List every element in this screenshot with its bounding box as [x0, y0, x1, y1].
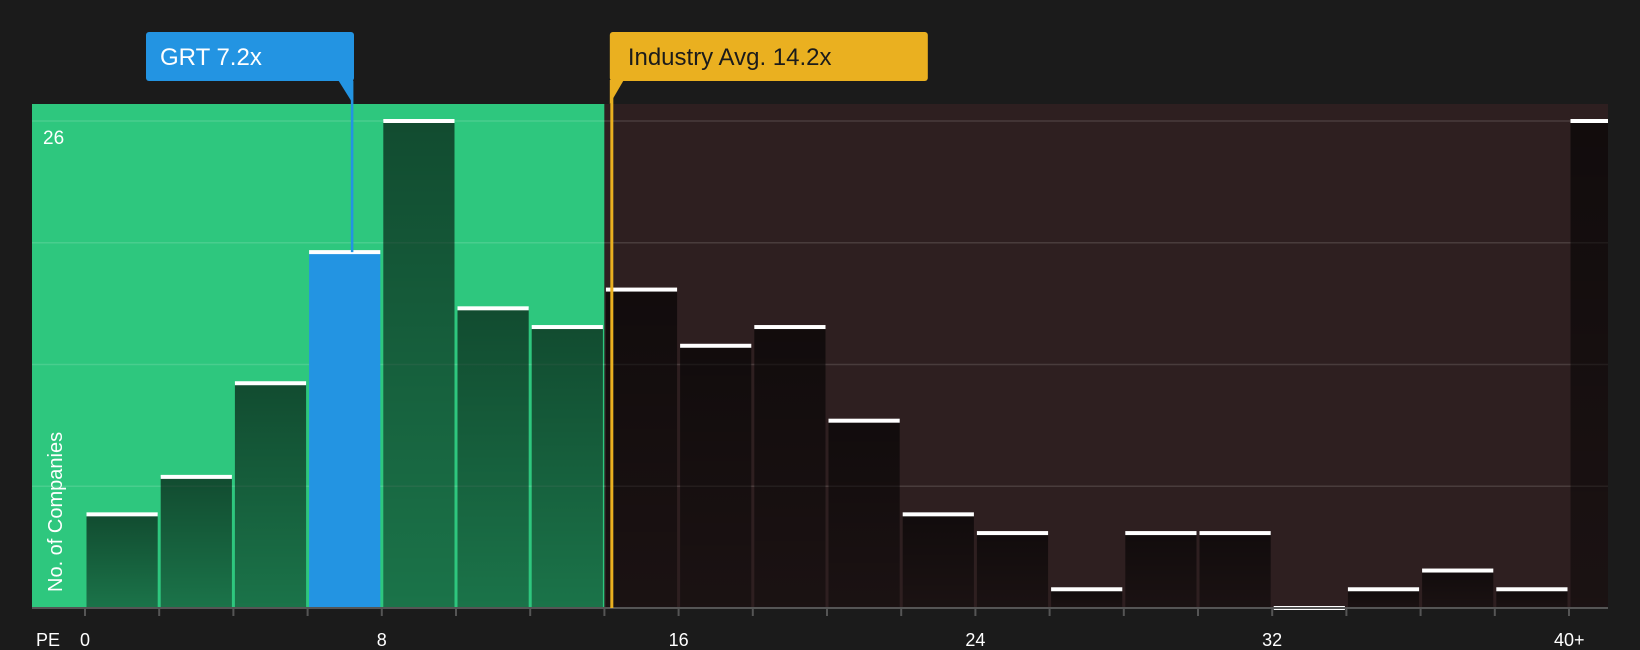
x-tick-label: 16 [669, 630, 689, 650]
x-tick-label: 40+ [1554, 630, 1585, 650]
x-axis-ticks: 0 8 16 24 32 40+ [80, 608, 1585, 650]
pe-histogram-chart: 0 8 16 24 32 40+ No. of Companies 26 PE Indus… [32, 32, 1608, 650]
bar [754, 327, 826, 608]
bar [457, 308, 529, 608]
industry-average-label: Industry Avg. 14.2x [628, 44, 832, 71]
bar [1051, 589, 1123, 608]
bar [976, 533, 1049, 608]
x-tick-label: 32 [1262, 630, 1282, 650]
bar-value-cap [531, 325, 603, 330]
bar-value-cap [1570, 119, 1608, 123]
y-axis-label: No. of Companies [45, 432, 67, 592]
bar [531, 327, 603, 608]
bar [1199, 533, 1271, 608]
bar-value-cap [828, 418, 900, 423]
bar-value-cap [754, 325, 826, 330]
bar [1496, 589, 1568, 608]
bar-value-cap [160, 474, 232, 479]
bar [383, 121, 455, 608]
bar-value-cap [383, 119, 455, 123]
bar [828, 420, 900, 608]
bar [1347, 589, 1420, 608]
bar-value-cap [1051, 587, 1123, 592]
bar-value-cap [1199, 531, 1271, 536]
bar-value-cap [902, 512, 974, 517]
company-label: GRT 7.2x [160, 44, 262, 71]
bar-value-cap [234, 381, 307, 386]
bar [86, 514, 158, 608]
y-max-label: 26 [43, 128, 64, 149]
bar-value-cap [86, 512, 158, 517]
bar-value-cap [1422, 568, 1494, 573]
x-tick-label: 24 [965, 630, 985, 650]
bar-value-cap [1347, 587, 1420, 592]
bar-value-cap [457, 306, 529, 311]
x-tick-label: 0 [80, 630, 90, 650]
bar-value-cap [976, 531, 1049, 536]
bar [1422, 570, 1494, 608]
bar-value-cap [1496, 587, 1568, 592]
industry-callout-pointer [609, 80, 624, 104]
bar [1570, 121, 1608, 608]
bar [902, 514, 974, 608]
bar-value-cap [605, 287, 678, 292]
highlighted-bar [309, 252, 381, 608]
bar-value-cap [680, 343, 752, 348]
bar [680, 345, 752, 608]
bar [234, 383, 307, 608]
bar-value-cap [1125, 531, 1197, 536]
x-axis-label: PE [36, 630, 60, 650]
bar [1125, 533, 1197, 608]
x-tick-label: 8 [377, 630, 387, 650]
bar-value-cap [309, 250, 381, 255]
bar [160, 476, 232, 608]
bar [605, 289, 678, 608]
